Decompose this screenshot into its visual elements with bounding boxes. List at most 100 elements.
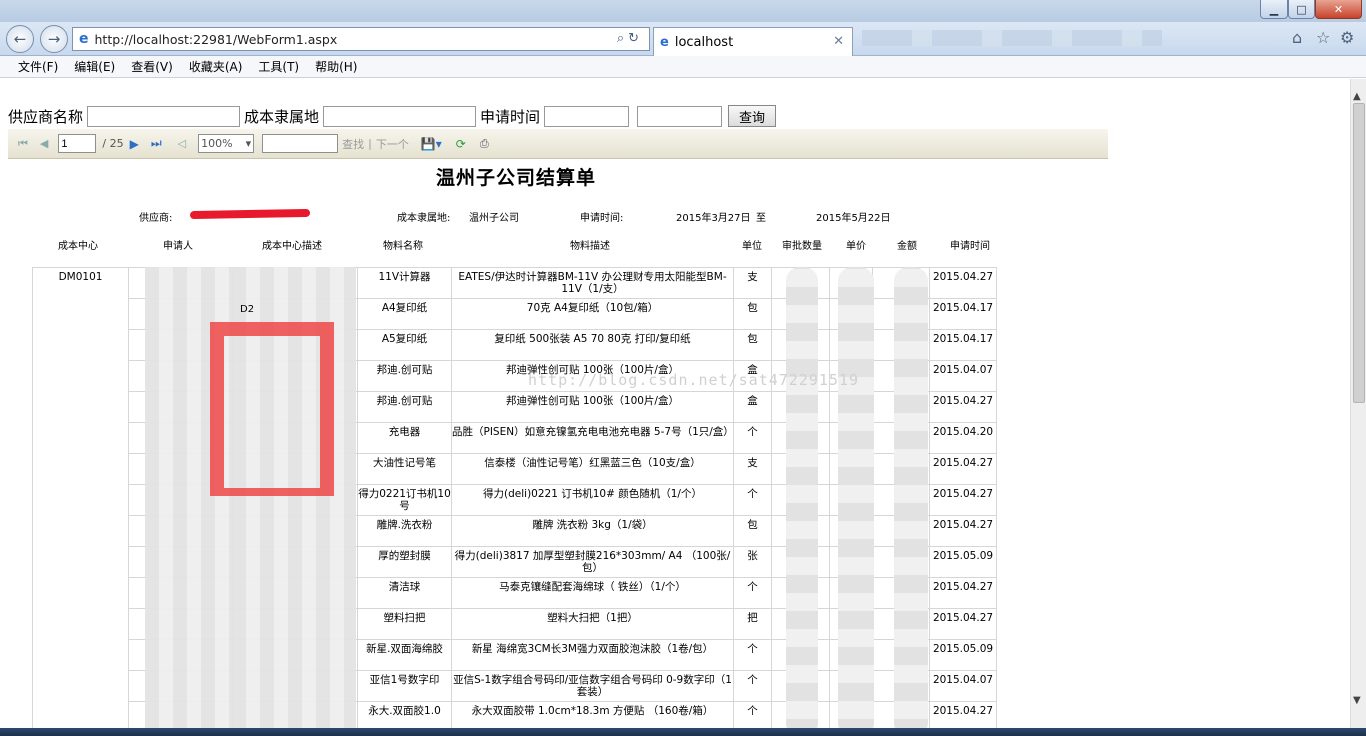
supplier-meta-label: 供应商: xyxy=(139,213,173,224)
cell-date: 2015.04.27 xyxy=(929,608,997,640)
ie-logo-icon: e xyxy=(660,34,669,50)
cost-input[interactable] xyxy=(323,105,477,127)
date-from-input[interactable] xyxy=(544,105,630,127)
supplier-input[interactable] xyxy=(87,105,241,127)
browser-tab[interactable]: e localhost ✕ xyxy=(653,27,853,56)
menu-file[interactable]: 文件(F) xyxy=(18,58,58,75)
cell-unit: 个 xyxy=(733,422,772,454)
cell-unit: 支 xyxy=(733,453,772,485)
date-to-input[interactable] xyxy=(637,105,723,127)
cell-material-desc: 邦迪弹性创可贴 100张（100片/盒） xyxy=(451,391,734,423)
search-form: 供应商名称 成本隶属地 申请时间 查询 xyxy=(8,105,777,127)
cell-date: 2015.05.09 xyxy=(929,639,997,671)
vertical-scrollbar[interactable]: ▲ ▼ xyxy=(1350,79,1366,736)
forward-button[interactable]: → xyxy=(40,25,68,53)
query-button[interactable]: 查询 xyxy=(728,105,777,127)
cell-material-desc: 70克 A4复印纸（10包/箱） xyxy=(451,298,734,330)
col-amount: 金额 xyxy=(897,241,917,252)
cell-material-desc: 新星 海绵宽3CM长3M强力双面胶泡沫胶（1卷/包） xyxy=(451,639,734,671)
ie-logo-icon: e xyxy=(79,31,89,47)
cell-unit: 张 xyxy=(733,546,772,578)
date-meta-label: 申请时间: xyxy=(580,213,624,224)
cell-date: 2015.04.07 xyxy=(929,360,997,392)
first-page-icon[interactable]: ⏮ xyxy=(18,137,28,151)
menu-favorites[interactable]: 收藏夹(A) xyxy=(189,58,243,75)
cell-date: 2015.04.27 xyxy=(929,391,997,423)
cell-unit: 包 xyxy=(733,298,772,330)
tab-title: localhost xyxy=(674,34,734,50)
minimize-button[interactable]: ▁ xyxy=(1260,0,1288,19)
zoom-select[interactable]: 100% ▾ xyxy=(198,134,255,153)
date-from-value: 2015年3月27日 xyxy=(676,213,751,224)
cell-cost-center xyxy=(32,329,129,361)
cell-material-desc: 品胜（PISEN）如意充镍氢充电电池充电器 5-7号（1只/盒） xyxy=(451,422,734,454)
menu-view[interactable]: 查看(V) xyxy=(131,58,173,75)
col-unit-price: 单价 xyxy=(846,241,866,252)
next-page-icon[interactable]: ▶ xyxy=(130,137,139,151)
gear-icon[interactable]: ⚙ xyxy=(1340,28,1354,47)
cell-material-name: 新星.双面海绵胶 xyxy=(357,639,452,671)
cell-material-desc: 得力(deli)0221 订书机10# 颜色随机（1/个） xyxy=(451,484,734,516)
cell-unit: 个 xyxy=(733,484,772,516)
col-material-name: 物料名称 xyxy=(383,241,423,252)
cell-material-desc: EATES/伊达时计算器BM-11V 办公理财专用太阳能型BM-11V（1/支） xyxy=(451,267,734,299)
search-icon[interactable]: ⌕ xyxy=(617,31,628,46)
refresh-report-icon[interactable]: ⟳ xyxy=(456,137,466,151)
back-report-icon[interactable]: ◁ xyxy=(178,137,186,150)
last-page-icon[interactable]: ⏭ xyxy=(151,136,162,151)
menu-edit[interactable]: 编辑(E) xyxy=(74,58,115,75)
cost-meta-label: 成本隶属地: xyxy=(397,213,451,224)
menu-help[interactable]: 帮助(H) xyxy=(315,58,357,75)
refresh-icon[interactable]: ↻ xyxy=(628,31,643,46)
maximize-button[interactable]: □ xyxy=(1288,0,1315,19)
cell-material-name: 充电器 xyxy=(357,422,452,454)
menu-tools[interactable]: 工具(T) xyxy=(258,58,299,75)
scroll-up-icon[interactable]: ▲ xyxy=(1353,91,1361,102)
find-input[interactable] xyxy=(262,134,339,153)
scroll-thumb[interactable] xyxy=(1353,103,1365,403)
cell-date: 2015.04.27 xyxy=(929,267,997,299)
cell-cost-center xyxy=(32,391,129,423)
mosaic-amount xyxy=(894,267,928,736)
print-icon[interactable]: ⎙ xyxy=(480,137,489,151)
cell-material-desc: 马泰克镶缝配套海绵球（ 铁丝）（1/个） xyxy=(451,577,734,609)
prev-page-icon[interactable]: ◀ xyxy=(40,137,48,150)
scroll-down-icon[interactable]: ▼ xyxy=(1353,695,1361,706)
close-icon[interactable]: ✕ xyxy=(833,34,844,49)
page-number-input[interactable] xyxy=(58,134,97,153)
mosaic-qty xyxy=(786,267,818,736)
cell-material-name: 清洁球 xyxy=(357,577,452,609)
cell-material-name: A4复印纸 xyxy=(357,298,452,330)
red-highlight-box xyxy=(210,322,334,496)
cell-unit: 个 xyxy=(733,639,772,671)
cell-material-desc: 亚信S-1数字组合号码印/亚信数字组合号码印 0-9数字印（1套装） xyxy=(451,670,734,702)
home-icon[interactable]: ⌂ xyxy=(1292,28,1302,47)
cell-cost-center xyxy=(32,515,129,547)
col-apply-date: 申请时间 xyxy=(950,241,990,252)
cell-material-desc: 信泰楼（油性记号笔）红黑蓝三色（10支/盒） xyxy=(451,453,734,485)
cell-date: 2015.04.17 xyxy=(929,298,997,330)
cell-cost-center xyxy=(32,453,129,485)
star-icon[interactable]: ☆ xyxy=(1316,28,1330,47)
find-link[interactable]: 查找 xyxy=(342,136,364,152)
export-icon[interactable]: 💾▾ xyxy=(421,137,442,151)
col-cost-desc: 成本中心描述 xyxy=(262,241,322,252)
address-bar[interactable]: e http://localhost:22981/WebForm1.aspx ⌕… xyxy=(72,27,650,51)
cell-date: 2015.04.27 xyxy=(929,515,997,547)
col-unit: 单位 xyxy=(742,241,762,252)
cell-material-name: 雕牌.洗衣粉 xyxy=(357,515,452,547)
cell-unit: 个 xyxy=(733,670,772,702)
cell-unit: 包 xyxy=(733,329,772,361)
zoom-value: 100% xyxy=(201,137,233,150)
back-arrow-icon: ← xyxy=(13,30,27,48)
date-label: 申请时间 xyxy=(480,107,541,126)
close-window-button[interactable]: ✕ xyxy=(1315,0,1362,19)
cell-material-name: 塑料扫把 xyxy=(357,608,452,640)
address-url: http://localhost:22981/WebForm1.aspx xyxy=(94,31,338,47)
mosaic-price xyxy=(838,267,874,736)
cell-unit: 个 xyxy=(733,577,772,609)
cell-material-name: 厚的塑封膜 xyxy=(357,546,452,578)
cell-date: 2015.04.07 xyxy=(929,670,997,702)
find-next-link[interactable]: 下一个 xyxy=(376,136,409,152)
back-button[interactable]: ← xyxy=(6,25,34,53)
